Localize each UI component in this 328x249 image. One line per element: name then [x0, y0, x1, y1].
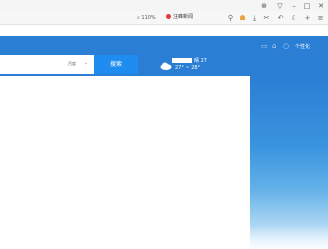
weather-range: 27° ~ 28° — [175, 65, 201, 71]
background-gradient — [250, 76, 328, 249]
maximize-button[interactable]: □ — [302, 1, 312, 11]
search-input[interactable]: 百度 ⌄ — [0, 55, 94, 74]
title-bar: ⊕ ▽ – □ ✕ — [0, 0, 328, 12]
cut-icon[interactable]: ✂ — [262, 13, 271, 23]
window-skin-icon[interactable]: ▽ — [275, 1, 285, 11]
apps-icon[interactable]: ▭ — [261, 42, 268, 50]
browser-toolbar: ⌕ 110% 汪峰新闻 ⚲ ☗ ⤓ ✂ ↶ ☾ + ≡ — [0, 12, 328, 25]
toolbar-search-text: 汪峰新闻 — [173, 14, 194, 20]
chevron-down-icon[interactable]: ⌄ — [84, 60, 88, 66]
window-pin-icon[interactable]: ⊕ — [259, 1, 269, 11]
minimize-button[interactable]: – — [289, 1, 299, 11]
cloud-icon — [160, 62, 172, 70]
bottom-fade — [0, 226, 328, 249]
browser-window: ⊕ ▽ – □ ✕ ⌕ 110% 汪峰新闻 ⚲ ☗ ⤓ ✂ ↶ ☾ + ≡ 百度… — [0, 0, 328, 249]
weather-city — [172, 58, 192, 63]
zoom-level[interactable]: ⌕ 110% — [137, 13, 156, 23]
night-icon[interactable]: ☾ — [290, 13, 299, 23]
undo-icon[interactable]: ↶ — [276, 13, 285, 23]
search-button[interactable]: 搜索 — [94, 55, 138, 74]
game-icon[interactable]: ☗ — [238, 13, 247, 23]
search-icon[interactable]: ⚲ — [226, 13, 235, 23]
add-icon[interactable]: + — [303, 13, 312, 23]
search-icon[interactable]: ○ — [283, 42, 289, 50]
search-engine-selector[interactable]: 百度 — [68, 61, 76, 67]
home-icon[interactable]: ⌂ — [272, 42, 276, 50]
menu-icon[interactable]: ≡ — [316, 13, 325, 23]
personalize-link[interactable]: 个性化 — [295, 43, 310, 50]
search-engine-logo-icon — [166, 14, 171, 19]
content-area — [0, 76, 250, 249]
weather-current: 晴 27 — [194, 58, 207, 64]
close-button[interactable]: ✕ — [316, 1, 326, 11]
download-icon[interactable]: ⤓ — [250, 13, 259, 23]
